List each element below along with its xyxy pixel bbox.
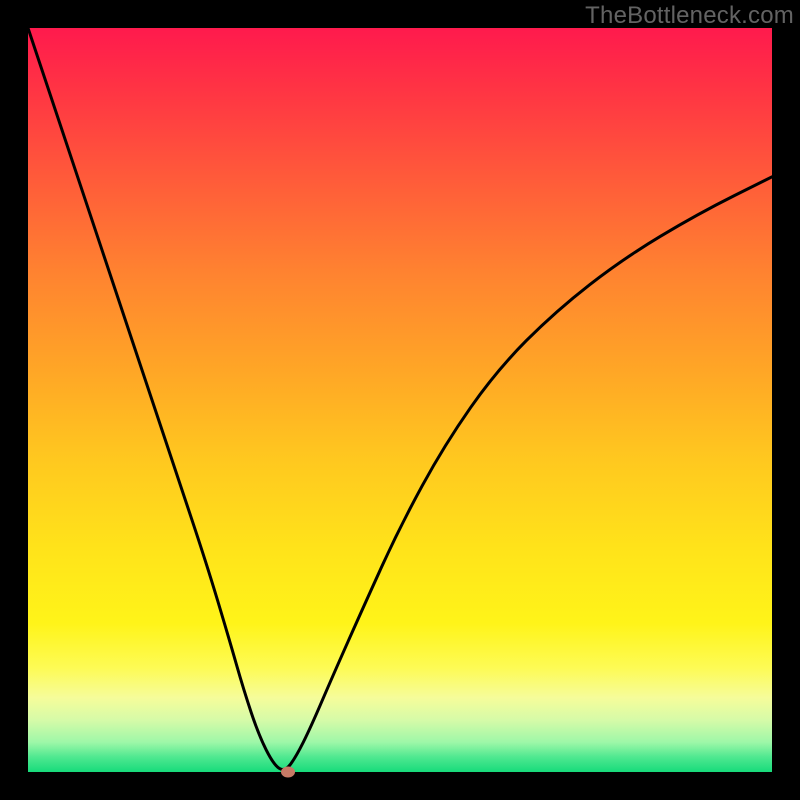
bottleneck-curve bbox=[28, 28, 772, 772]
chart-frame bbox=[28, 28, 772, 772]
watermark-text: TheBottleneck.com bbox=[585, 2, 794, 30]
curve-path bbox=[28, 28, 772, 770]
minimum-dot bbox=[281, 767, 295, 778]
